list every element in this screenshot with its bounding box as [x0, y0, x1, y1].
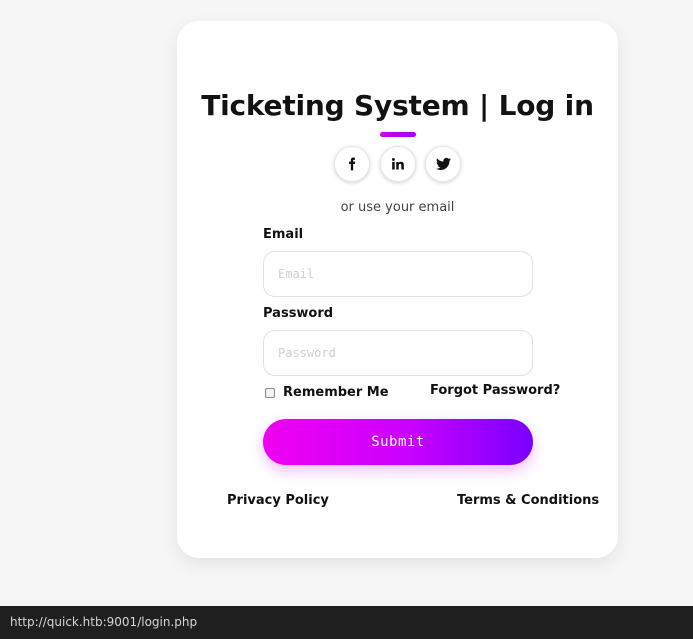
- terms-conditions-link[interactable]: Terms & Conditions: [457, 493, 599, 508]
- remember-me-label: Remember Me: [283, 385, 389, 400]
- title-underline: [380, 132, 416, 137]
- status-bar-url: http://quick.htb:9001/login.php: [0, 606, 693, 639]
- social-login-row: [334, 146, 461, 184]
- forgot-password-link[interactable]: Forgot Password?: [430, 383, 560, 398]
- linkedin-icon: [391, 158, 404, 170]
- twitter-login-button[interactable]: [425, 146, 461, 182]
- facebook-icon: [349, 157, 356, 171]
- facebook-login-button[interactable]: [334, 146, 370, 182]
- email-label: Email: [263, 227, 304, 242]
- remember-me: Remember Me: [265, 385, 389, 400]
- page-title: Ticketing System | Log in: [201, 89, 594, 122]
- login-page: Ticketing System | Log in or use your em…: [0, 0, 693, 639]
- twitter-icon: [435, 157, 451, 170]
- password-label: Password: [263, 306, 334, 321]
- login-card: Ticketing System | Log in or use your em…: [177, 21, 618, 558]
- privacy-policy-link[interactable]: Privacy Policy: [227, 493, 329, 508]
- email-input[interactable]: [263, 251, 533, 297]
- password-input[interactable]: [263, 330, 533, 376]
- use-email-text: or use your email: [340, 200, 455, 215]
- remember-me-checkbox[interactable]: [265, 387, 275, 398]
- linkedin-login-button[interactable]: [379, 146, 416, 182]
- submit-button[interactable]: Submit: [263, 419, 533, 465]
